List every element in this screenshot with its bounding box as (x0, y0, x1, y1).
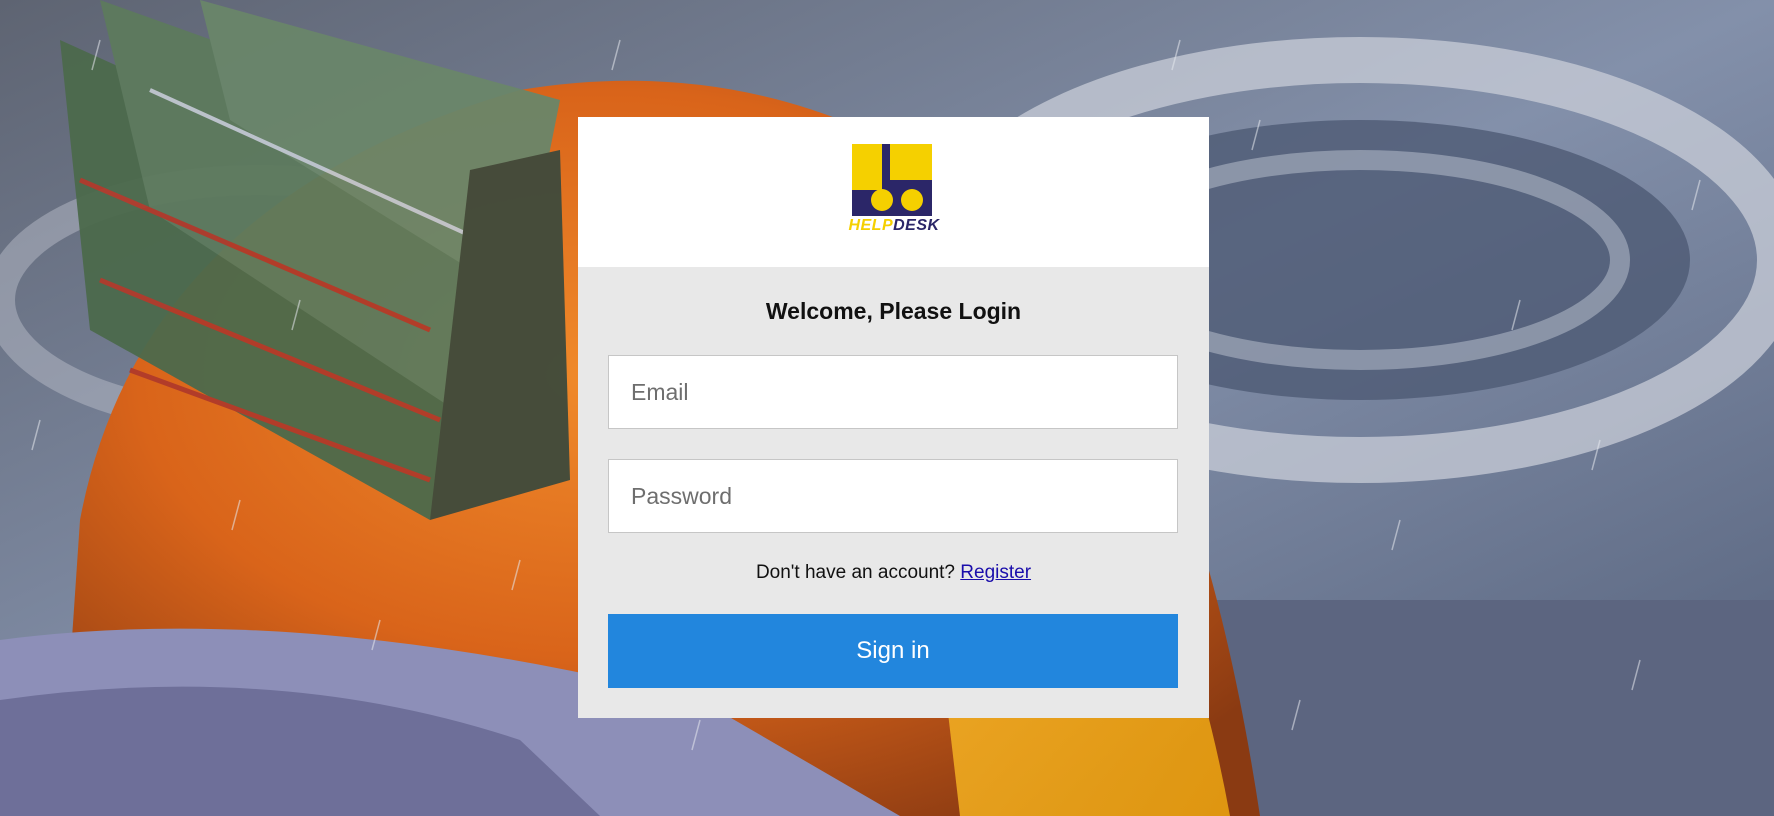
register-prompt-text: Don't have an account? (755, 562, 955, 583)
pu-logo-icon: HELPDESK (838, 144, 950, 238)
password-field[interactable] (608, 459, 1178, 533)
register-link[interactable]: Register (960, 562, 1031, 583)
sign-in-button[interactable]: Sign in (608, 614, 1178, 688)
email-field[interactable] (608, 355, 1178, 429)
logo-word-help: HELP (848, 217, 894, 234)
page-title: Welcome, Please Login (765, 298, 1022, 324)
logo-header: HELPDESK (578, 117, 1209, 267)
logo-word-desk: DESK (893, 217, 940, 234)
logo-wordmark: HELPDESK (838, 217, 950, 235)
register-prompt-line: Don't have an account? Register (578, 561, 1209, 585)
login-card: HELPDESK Welcome, Please Login Don't hav… (578, 117, 1209, 718)
